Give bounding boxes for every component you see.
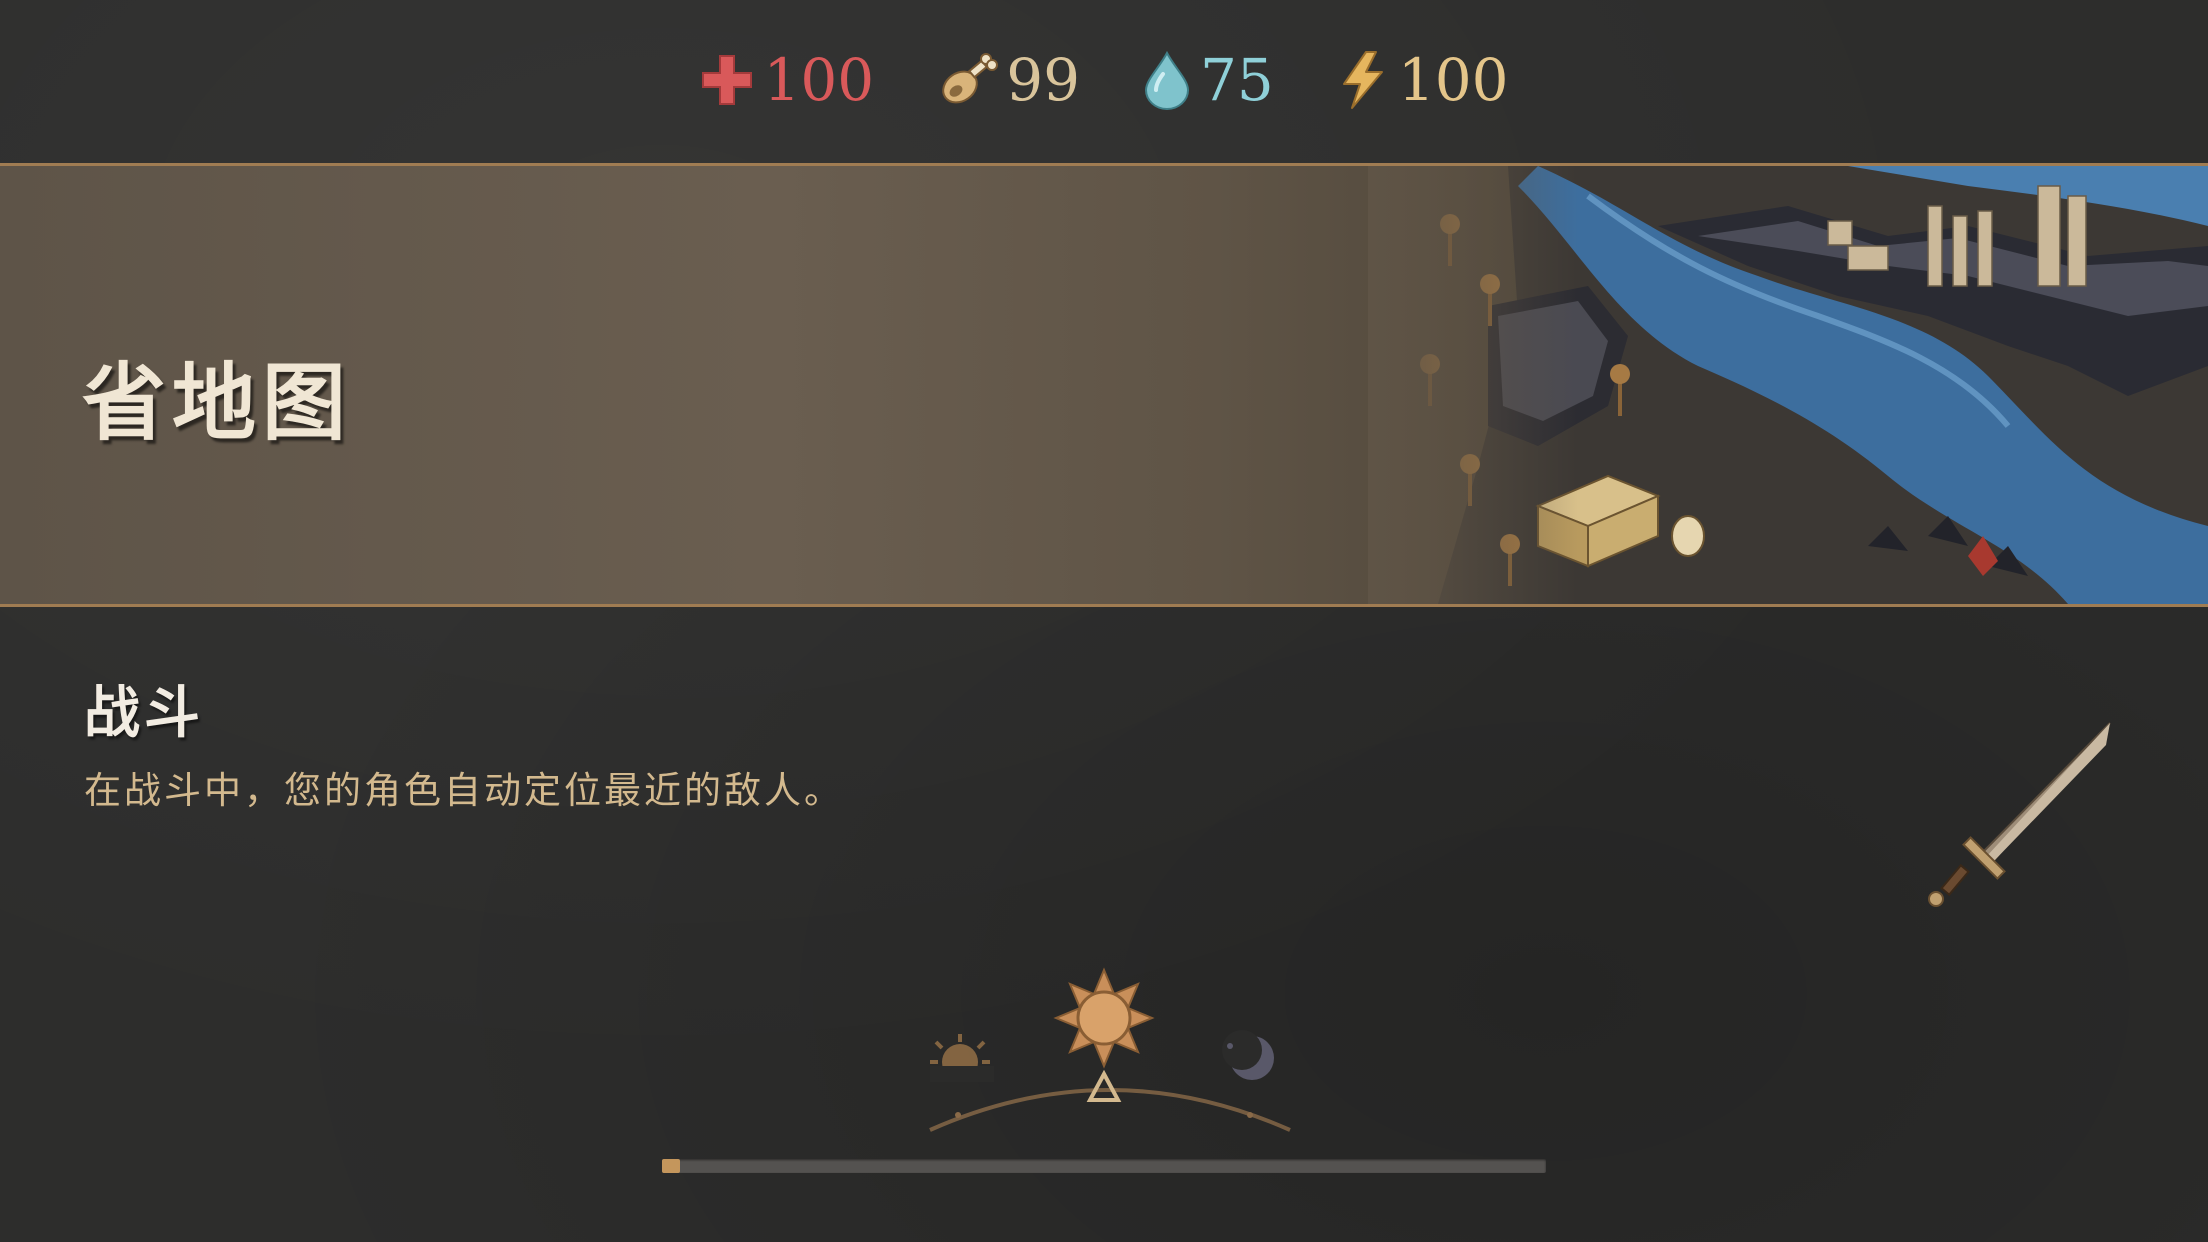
loading-screen: 100 99 75 100 省地图 战斗 在战斗中，您的角色自动定位最近的敌人。 — [0, 0, 2208, 1242]
water-drop-icon — [1142, 50, 1192, 110]
health-stat: 100 — [699, 51, 874, 109]
moon-icon — [1222, 1030, 1274, 1080]
energy-value: 100 — [1397, 46, 1509, 114]
water-value: 75 — [1200, 46, 1274, 114]
tip-description: 在战斗中，您的角色自动定位最近的敌人。 — [84, 769, 844, 812]
sun-icon — [1053, 967, 1155, 1069]
health-value: 100 — [763, 46, 875, 114]
day-cycle-indicator — [900, 950, 1320, 1150]
sword-icon — [1920, 715, 2120, 915]
tip-title: 战斗 — [84, 681, 204, 746]
food-value: 99 — [1006, 46, 1080, 114]
water-stat: 75 — [1142, 50, 1274, 110]
lightning-bolt-icon — [1336, 50, 1390, 110]
province-map-illustration — [1368, 166, 2208, 604]
health-cross-icon — [699, 52, 755, 108]
banner-title: 省地图 — [82, 354, 353, 452]
stats-bar: 100 99 75 100 — [0, 40, 2208, 120]
banner: 省地图 — [0, 163, 2208, 607]
meat-drumstick-icon — [936, 51, 999, 109]
sunrise-icon — [930, 1034, 994, 1082]
loading-progress-fill — [662, 1159, 680, 1173]
loading-progress-bar — [662, 1159, 1546, 1173]
energy-stat: 100 — [1336, 50, 1509, 110]
food-stat: 99 — [936, 51, 1080, 109]
